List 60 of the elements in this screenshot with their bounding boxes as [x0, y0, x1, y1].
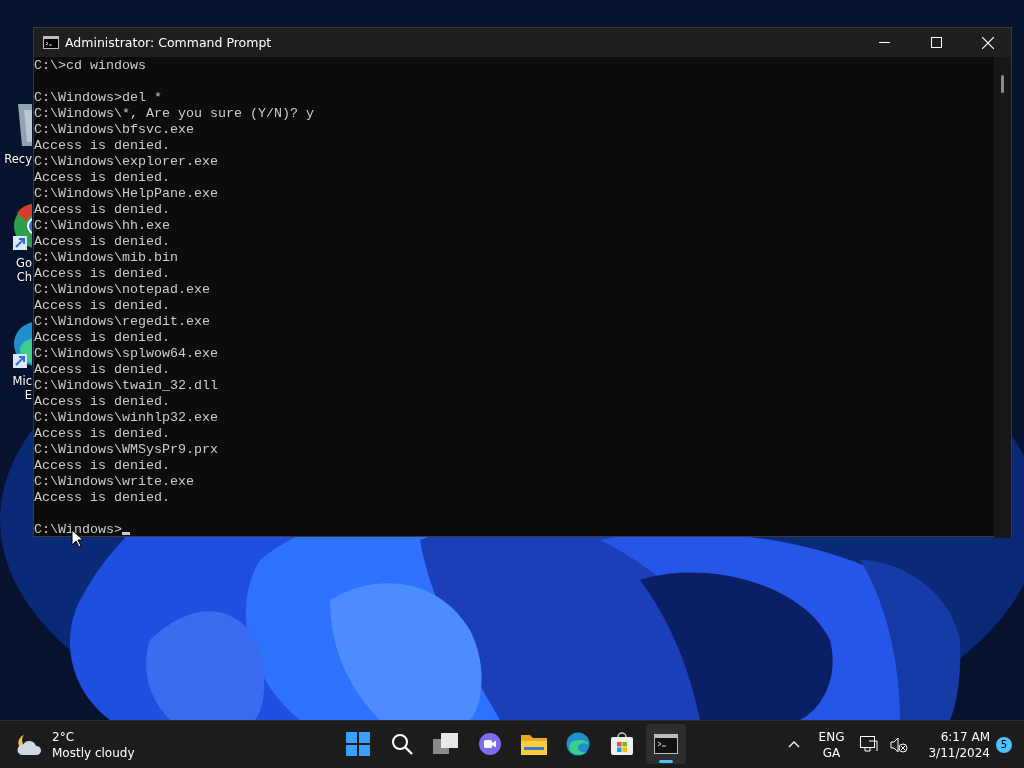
console-line: C:\Windows\mib.bin — [34, 250, 178, 265]
close-icon — [982, 36, 994, 49]
console-line: Access is denied. — [34, 266, 170, 281]
console-icon — [43, 36, 59, 49]
cloudy-moon-icon — [16, 732, 44, 757]
console-line: C:\Windows\bfsvc.exe — [34, 122, 194, 137]
console-line: Access is denied. — [34, 298, 170, 313]
store-icon — [610, 732, 634, 756]
console-line: Access is denied. — [34, 170, 170, 185]
icon-label: E — [23, 388, 32, 402]
folder-icon — [521, 733, 547, 755]
search-icon — [391, 733, 413, 755]
browser-icon — [566, 732, 590, 756]
language-indicator[interactable]: ENG GA — [808, 728, 855, 761]
console-line: C:\Windows\hh.exe — [34, 218, 170, 233]
text-cursor — [122, 532, 130, 535]
console-line: C:\Windows\regedit.exe — [34, 314, 210, 329]
console-line: C:\Windows\notepad.exe — [34, 282, 210, 297]
console-line: Access is denied. — [34, 458, 170, 473]
icon-label: Mic — [11, 374, 32, 388]
console-line: C:\Windows> — [34, 522, 122, 537]
console-line: C:\Windows>del * — [34, 90, 162, 105]
notification-badge[interactable]: 5 — [996, 736, 1012, 753]
network-icon — [860, 736, 879, 753]
console-line: C:\>cd windows — [34, 58, 146, 73]
icon-label: Recy — [3, 152, 32, 166]
console-line: Access is denied. — [34, 362, 170, 377]
icon-label: Go — [15, 256, 32, 270]
console-line: Access is denied. — [34, 394, 170, 409]
console-line: Access is denied. — [34, 330, 170, 345]
console-line: C:\Windows\*, Are you sure (Y/N)? y — [34, 106, 314, 121]
volume-muted-icon — [890, 736, 909, 753]
console-line: Access is denied. — [34, 234, 170, 249]
console-line: C:\Windows\explorer.exe — [34, 154, 218, 169]
window-title: Administrator: Command Prompt — [65, 35, 273, 50]
console-icon — [654, 734, 678, 754]
console-line: C:\Windows\WMSysPr9.prx — [34, 442, 218, 457]
minimize-icon — [878, 42, 890, 43]
video-chat-icon — [478, 732, 502, 756]
console-line: C:\Windows\splwow64.exe — [34, 346, 218, 361]
temperature: 2°C — [52, 728, 75, 745]
icon-label: Ch — [15, 270, 32, 284]
weather-widget[interactable]: 2°C Mostly cloudy — [0, 722, 336, 767]
console-line: Access is denied. — [34, 426, 170, 441]
console-line: C:\Windows\twain_32.dll — [34, 378, 218, 393]
terminal-button[interactable] — [646, 724, 686, 764]
console-line: Access is denied. — [34, 202, 170, 217]
clock[interactable]: 6:17 AM 3/11/2024 — [914, 728, 996, 761]
console-line: C:\Windows\winhlp32.exe — [34, 410, 218, 425]
console-line: C:\Windows\write.exe — [34, 474, 194, 489]
task-view-icon — [433, 733, 459, 755]
console-line: C:\Windows\HelpPane.exe — [34, 186, 218, 201]
chevron-up-icon — [787, 741, 800, 748]
maximize-icon — [930, 37, 942, 48]
console-line: Access is denied. — [34, 138, 170, 153]
weather-condition: Mostly cloudy — [52, 744, 135, 761]
console-line: Access is denied. — [34, 490, 170, 505]
start-icon — [346, 732, 370, 756]
scrollbar[interactable] — [994, 57, 1011, 538]
scrollbar-thumb[interactable] — [1001, 75, 1004, 93]
